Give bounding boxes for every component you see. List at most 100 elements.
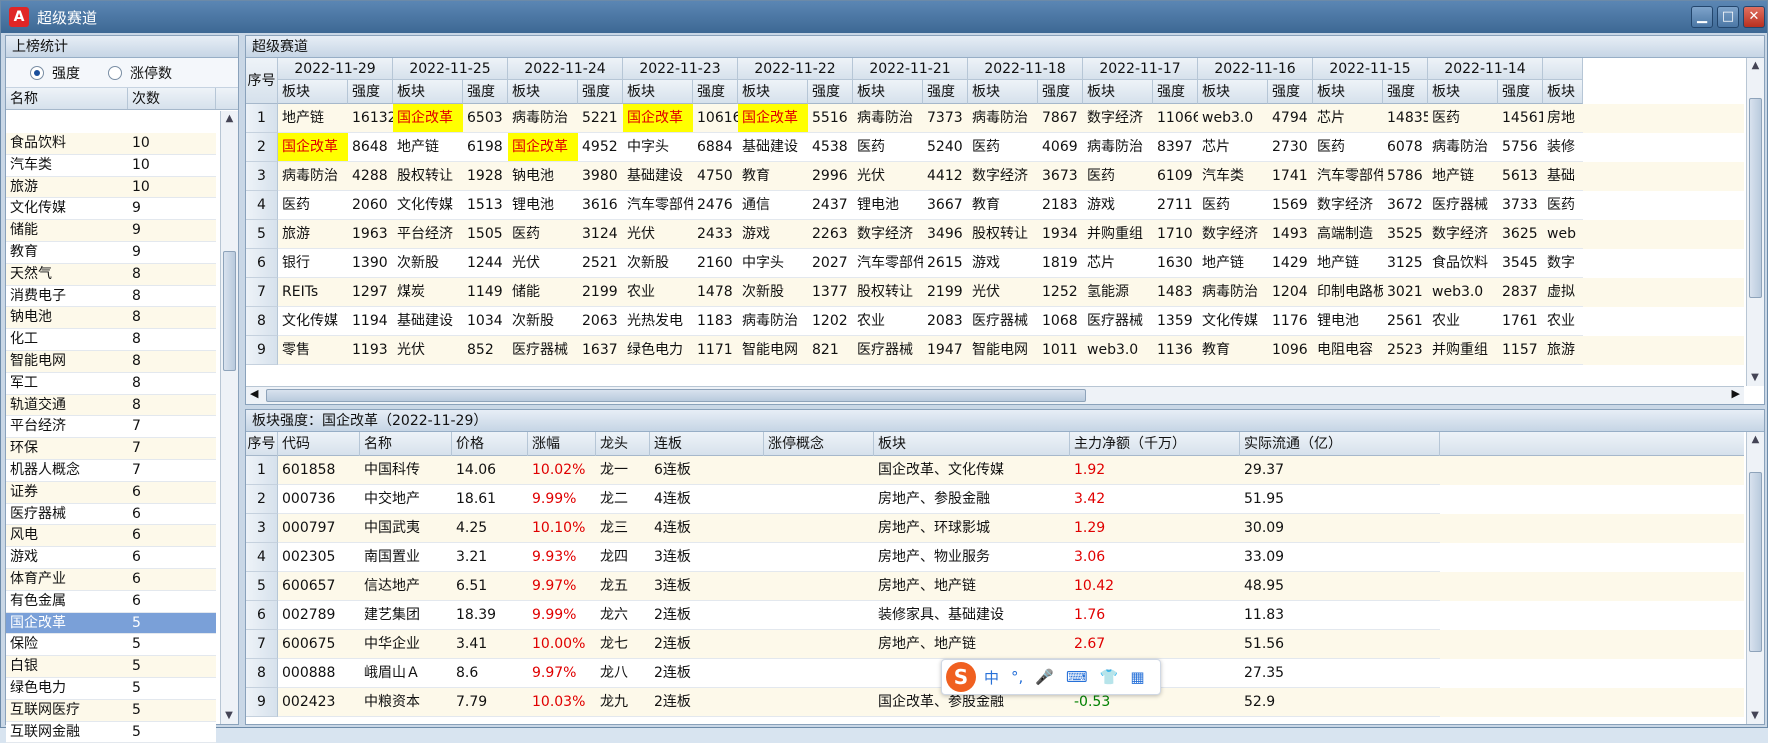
stocks-col-header[interactable]: 代码 <box>278 432 360 456</box>
date-header[interactable]: 2022-11-29 <box>278 58 393 80</box>
sector-cell[interactable]: 汽车零部件 <box>623 191 693 220</box>
table-row[interactable]: 3 病毒防治 4288 股权转让 1928 钠电池 3980 基础建设 4750 教育 2996 光伏… <box>246 162 1744 191</box>
date-header[interactable]: 2022-11-15 <box>1313 58 1428 80</box>
list-item[interactable]: 化工 8 <box>6 329 216 351</box>
sector-cell[interactable]: 光伏 <box>393 336 463 365</box>
sector-cell[interactable]: 零售 <box>278 336 348 365</box>
strength-col-header[interactable]: 强度 <box>1498 80 1543 104</box>
sector-cell[interactable]: 光伏 <box>968 278 1038 307</box>
sector-cell[interactable]: 病毒防治 <box>508 104 578 133</box>
sector-cell[interactable]: 医药 <box>1428 104 1498 133</box>
sector-cell[interactable]: 锂电池 <box>853 191 923 220</box>
sector-cell[interactable]: 储能 <box>508 278 578 307</box>
sector-cell[interactable]: 医药 <box>278 191 348 220</box>
sector-cell[interactable]: 次新股 <box>393 249 463 278</box>
strength-col-header[interactable]: 强度 <box>463 80 508 104</box>
sector-cell[interactable]: 国企改革 <box>508 133 578 162</box>
sector-cell[interactable]: 教育 <box>968 191 1038 220</box>
sector-cell[interactable]: 食品饮料 <box>1428 249 1498 278</box>
sector-col-header[interactable]: 板块 <box>623 80 693 104</box>
stocks-col-header[interactable]: 涨停概念 <box>764 432 874 456</box>
sector-cell[interactable]: 病毒防治 <box>853 104 923 133</box>
sector-cell[interactable]: 高端制造 <box>1313 220 1383 249</box>
scroll-up-icon[interactable]: ▲ <box>221 111 238 127</box>
sector-cell[interactable]: 地产链 <box>278 104 348 133</box>
sector-cell[interactable]: 中字头 <box>623 133 693 162</box>
sector-cell[interactable]: 国企改革 <box>738 104 808 133</box>
sector-cell[interactable]: 游戏 <box>1083 191 1153 220</box>
sogou-logo-icon[interactable]: S <box>946 662 976 692</box>
sector-cell[interactable]: 教育 <box>1198 336 1268 365</box>
scroll-left-icon[interactable]: ◀ <box>250 387 258 400</box>
scroll-up-icon[interactable]: ▲ <box>1747 58 1764 74</box>
list-item[interactable]: 教育 9 <box>6 241 216 264</box>
sector-cell[interactable]: 汽车零部件 <box>1313 162 1383 191</box>
scroll-down-icon[interactable]: ▼ <box>1747 708 1763 724</box>
top-vertical-scrollbar[interactable]: ▲ ▼ <box>1746 58 1764 386</box>
sector-cell[interactable]: 医疗器械 <box>1428 191 1498 220</box>
sector-cell[interactable]: 农业 <box>853 307 923 336</box>
sector-col-header[interactable]: 板块 <box>853 80 923 104</box>
skin-icon[interactable]: 👕 <box>1100 668 1119 686</box>
table-row[interactable]: 9 零售 1193 光伏 852 医疗器械 1637 绿色电力 1171 智能电网 821 医疗器械 1… <box>246 336 1744 365</box>
sector-cell[interactable]: 医疗器械 <box>853 336 923 365</box>
stocks-col-header[interactable]: 价格 <box>452 432 528 456</box>
sector-cell[interactable]: 医药 <box>1083 162 1153 191</box>
punctuation-icon[interactable]: °, <box>1011 668 1023 686</box>
stocks-col-header[interactable]: 龙头 <box>596 432 650 456</box>
sector-cell[interactable]: 电阻电容 <box>1313 336 1383 365</box>
sector-cell[interactable]: 农业 <box>1428 307 1498 336</box>
sector-cell[interactable]: 教育 <box>738 162 808 191</box>
sector-cell[interactable]: 汽车零部件 <box>853 249 923 278</box>
date-header[interactable]: 2022-11-18 <box>968 58 1083 80</box>
scroll-down-icon[interactable]: ▼ <box>221 708 237 724</box>
list-item[interactable]: 风电 6 <box>6 525 216 548</box>
sector-cell[interactable]: 煤炭 <box>393 278 463 307</box>
date-header[interactable]: 2022-11-25 <box>393 58 508 80</box>
sector-cell[interactable]: 股权转让 <box>393 162 463 191</box>
list-item[interactable]: 文化传媒 9 <box>6 198 216 221</box>
table-row[interactable]: 2 000736 中交地产 18.61 9.99% 龙二 4连板 房地产、参股金融 3.42 51… <box>246 485 1744 514</box>
list-item[interactable]: 环保 7 <box>6 438 216 460</box>
list-item[interactable]: 证券 6 <box>6 481 216 504</box>
list-item[interactable]: 互联网金融 5 <box>6 721 216 743</box>
scroll-down-icon[interactable]: ▼ <box>1747 370 1763 386</box>
sector-cell[interactable]: 农业 <box>1543 307 1583 336</box>
list-item[interactable]: 智能电网 8 <box>6 350 216 373</box>
sector-cell[interactable]: 绿色电力 <box>623 336 693 365</box>
table-row[interactable]: 4 002305 南国置业 3.21 9.93% 龙四 3连板 房地产、物业服务 3.06 33.… <box>246 543 1744 572</box>
sector-cell[interactable]: 芯片 <box>1198 133 1268 162</box>
list-item[interactable]: 储能 9 <box>6 220 216 242</box>
minimize-button[interactable]: ▁ <box>1691 6 1713 28</box>
strength-col-header[interactable]: 强度 <box>1038 80 1083 104</box>
scroll-thumb[interactable] <box>223 251 236 371</box>
radio-limit-up-count[interactable]: 涨停数 <box>108 63 172 83</box>
stocks-col-header[interactable]: 序号 <box>246 432 278 456</box>
strength-col-header[interactable]: 强度 <box>348 80 393 104</box>
sector-cell[interactable]: 医药 <box>968 133 1038 162</box>
table-row[interactable]: 6 002789 建艺集团 18.39 9.99% 龙六 2连板 装修家具、基础建设 1.76 1… <box>246 601 1744 630</box>
sector-cell[interactable]: 国企改革 <box>623 104 693 133</box>
sector-cell[interactable]: 智能电网 <box>968 336 1038 365</box>
sector-cell[interactable]: 数字经济 <box>1083 104 1153 133</box>
sector-cell[interactable]: 文化传媒 <box>393 191 463 220</box>
table-row[interactable]: 2 国企改革 8648 地产链 6198 国企改革 4952 中字头 6884 基础建设 4538 医… <box>246 133 1744 162</box>
list-item[interactable]: 互联网医疗 5 <box>6 699 216 722</box>
sector-cell[interactable]: 通信 <box>738 191 808 220</box>
list-item[interactable]: 国企改革 5 <box>6 612 216 635</box>
sector-cell[interactable]: 数字经济 <box>1198 220 1268 249</box>
sector-cell[interactable]: 装修 <box>1543 133 1583 162</box>
date-header[interactable]: 2022-11-23 <box>623 58 738 80</box>
sector-cell[interactable]: 锂电池 <box>1313 307 1383 336</box>
table-row[interactable]: 1 601858 中国科传 14.06 10.02% 龙一 6连板 国企改革、文化传媒 1.92… <box>246 456 1744 485</box>
ime-lang-toggle[interactable]: 中 <box>984 667 999 688</box>
col-count-header[interactable]: 次数 <box>128 88 216 109</box>
left-vertical-scrollbar[interactable]: ▲ ▼ <box>220 111 238 724</box>
date-header[interactable]: 2022-11-14 <box>1428 58 1543 80</box>
sector-cell[interactable]: 光伏 <box>623 220 693 249</box>
date-header[interactable]: 2022-11-21 <box>853 58 968 80</box>
sector-cell[interactable]: REITs <box>278 278 348 307</box>
sector-cell[interactable]: 基础建设 <box>623 162 693 191</box>
list-item[interactable]: 汽车类 10 <box>6 154 216 177</box>
date-header[interactable]: 2022-11-22 <box>738 58 853 80</box>
